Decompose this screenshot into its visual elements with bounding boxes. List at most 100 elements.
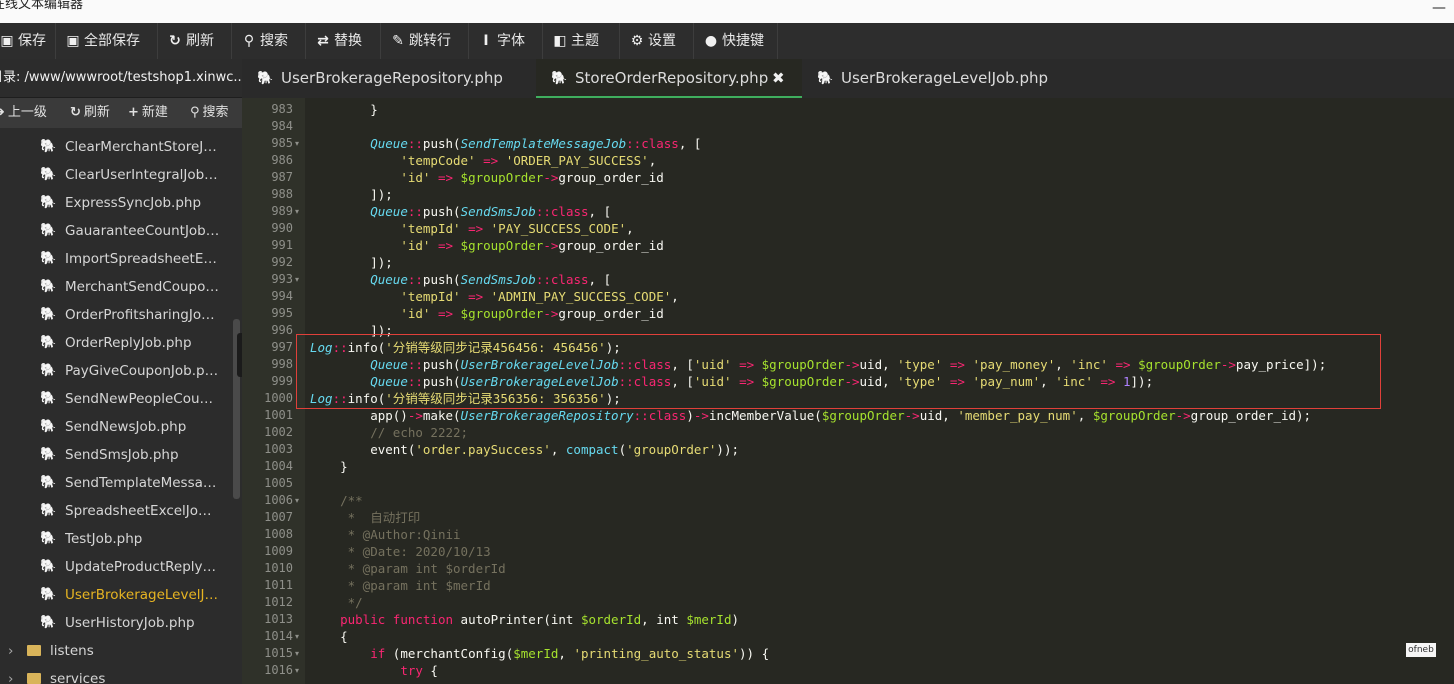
line-number: 1010 [264,561,293,575]
code-line[interactable]: public function autoPrinter(int $orderId… [310,611,739,628]
fold-toggle-icon[interactable]: ▾ [295,203,305,220]
code-line[interactable]: */ [310,594,363,611]
code-line[interactable]: Queue::push(SendSmsJob::class, [ [310,203,611,220]
code-line[interactable]: 'id' => $groupOrder->group_order_id [310,305,663,322]
file-name: ClearUserIntegralJob.php [65,167,220,183]
file-item[interactable]: 🐘 OrderReplyJob.php [0,329,232,357]
sidebar-tool-1[interactable]: ↻ 刷新 [70,98,110,128]
toolbar-button-label: 设置 [648,33,676,49]
line-number: 1015 [264,646,293,660]
code-line[interactable]: Queue::push(UserBrokerageLevelJob::class… [310,356,1326,373]
file-item[interactable]: 🐘 ClearUserIntegralJob.php [0,161,232,189]
toolbar-button-0[interactable]: ▣ 保存 [0,23,56,59]
file-name: MerchantSendCouponJob.php [65,279,220,295]
line-number: 1003 [264,442,293,456]
file-item[interactable]: 🐘 UserBrokerageLevelJob.php [0,581,232,609]
php-file-icon: 🐘 [40,167,57,182]
toolbar-button-9[interactable]: ● 快捷键 [694,23,778,59]
file-item[interactable]: 🐘 PayGiveCouponJob.php [0,357,232,385]
editor-tab[interactable]: 🐘 UserBrokerageRepository.php [242,59,536,98]
code-line[interactable]: 'tempCode' => 'ORDER_PAY_SUCCESS', [310,152,656,169]
code-editor[interactable]: 983 984 985 ▾ 986 987 988 989 ▾ 990 991 992 993 ▾ 994 9… [242,98,1454,684]
toolbar-button-2[interactable]: ↻ 刷新 [158,23,232,59]
code-line[interactable]: /** [310,492,363,509]
code-line[interactable]: Queue::push(SendTemplateMessageJob::clas… [310,135,701,152]
code-line[interactable]: } [310,101,378,118]
fold-toggle-icon[interactable]: ▾ [295,628,305,645]
code-line[interactable]: if (merchantConfig($merId, 'printing_aut… [310,645,769,662]
code-line[interactable]: Queue::push(UserBrokerageLevelJob::class… [310,373,1153,390]
file-item[interactable]: 🐘 SendTemplateMessageJob.php [0,469,232,497]
code-line[interactable]: 'tempId' => 'ADMIN_PAY_SUCCESS_CODE', [310,288,679,305]
code-line[interactable]: app()->make(UserBrokerageRepository::cla… [310,407,1311,424]
file-item[interactable]: 🐘 ExpressSyncJob.php [0,189,232,217]
sidebar-tool-2[interactable]: + 新建 [128,98,168,128]
toolbar-button-6[interactable]: I 字体 [469,23,543,59]
code-line[interactable]: 'id' => $groupOrder->group_order_id [310,237,663,254]
code-line[interactable]: * @param int $orderId [310,560,506,577]
minimize-button[interactable]: — [1432,0,1446,16]
fold-toggle-icon[interactable]: ▾ [295,135,305,152]
line-number: 988 [271,187,293,201]
file-item[interactable]: 🐘 SendSmsJob.php [0,441,232,469]
line-number: 1004 [264,459,293,473]
code-line[interactable]: 'id' => $groupOrder->group_order_id [310,169,663,186]
file-item[interactable]: 🐘 MerchantSendCouponJob.php [0,273,232,301]
toolbar-button-3[interactable]: ⚲ 搜索 [232,23,306,59]
toolbar-button-7[interactable]: ◧ 主题 [543,23,620,59]
code-line[interactable]: * 自动打印 [310,509,421,526]
folder-item[interactable]: › services [0,665,232,684]
file-item[interactable]: 🐘 UpdateProductReplyJob.php [0,553,232,581]
editor-tab[interactable]: 🐘 UserBrokerageLevelJob.php [802,59,1052,98]
fold-toggle-icon[interactable]: ▾ [295,492,305,509]
toolbar-button-label: 跳转行 [409,33,451,49]
code-line[interactable]: event('order.paySuccess', compact('group… [310,441,739,458]
sidebar-tool-0[interactable]: ➜上一级 [0,98,47,128]
line-number: 1000 [264,391,293,405]
code-line[interactable]: Log::info('分销等级同步记录356356: 356356'); [310,390,621,407]
code-line[interactable]: ]); [310,322,393,339]
folder-icon [27,645,41,656]
close-tab-icon[interactable]: ✖ [772,59,785,98]
toolbar-button-5[interactable]: ✎ 跳转行 [381,23,469,59]
code-line[interactable]: // echo 2222; [310,424,468,441]
line-number: 991 [271,238,293,252]
line-number: 987 [271,170,293,184]
toolbar-button-label: 保存 [18,33,46,49]
up-icon: ➜ [0,105,5,120]
php-file-icon: 🐘 [40,531,57,546]
file-item[interactable]: 🐘 SendNewPeopleCouponJob.php [0,385,232,413]
toolbar-button-4[interactable]: ⇄ 替换 [306,23,381,59]
code-line[interactable]: 'tempId' => 'PAY_SUCCESS_CODE', [310,220,633,237]
file-item[interactable]: 🐘 ClearMerchantStoreJob.php [0,133,232,161]
code-line[interactable]: * @Author:Qinii [310,526,461,543]
toolbar-button-1[interactable]: ▣ 全部保存 [56,23,158,59]
sidebar-tool-3[interactable]: ⚲ 搜索 [190,98,229,128]
file-item[interactable]: 🐘 UserHistoryJob.php [0,609,232,637]
toolbar-button-label: 刷新 [186,33,214,49]
file-item[interactable]: 🐘 GauaranteeCountJob.php [0,217,232,245]
code-line[interactable]: ]); [310,186,393,203]
code-line[interactable]: Queue::push(SendSmsJob::class, [ [310,271,611,288]
toolbar-button-8[interactable]: ⚙ 设置 [620,23,694,59]
file-item[interactable]: 🐘 TestJob.php [0,525,232,553]
code-line[interactable]: ]); [310,254,393,271]
folder-item[interactable]: › listens [0,637,232,665]
fold-toggle-icon[interactable]: ▾ [295,645,305,662]
code-line[interactable]: { [310,628,348,645]
code-line[interactable]: } [310,458,348,475]
file-name: ExpressSyncJob.php [65,195,202,211]
code-line[interactable]: try { [310,662,438,679]
fold-toggle-icon[interactable]: ▾ [295,271,305,288]
file-name: OrderProfitsharingJob.php [65,307,220,323]
file-item[interactable]: 🐘 SpreadsheetExcelJob.php [0,497,232,525]
code-line[interactable]: * @Date: 2020/10/13 [310,543,491,560]
file-item[interactable]: 🐘 SendNewsJob.php [0,413,232,441]
editor-tab[interactable]: 🐘 StoreOrderRepository.php ✖ [536,59,802,98]
file-item[interactable]: 🐘 ImportSpreadsheetExcelJob.php [0,245,232,273]
line-number: 1002 [264,425,293,439]
fold-toggle-icon[interactable]: ▾ [295,662,305,679]
code-line[interactable]: Log::info('分销等级同步记录456456: 456456'); [310,339,621,356]
code-line[interactable]: * @param int $merId [310,577,491,594]
file-item[interactable]: 🐘 OrderProfitsharingJob.php [0,301,232,329]
